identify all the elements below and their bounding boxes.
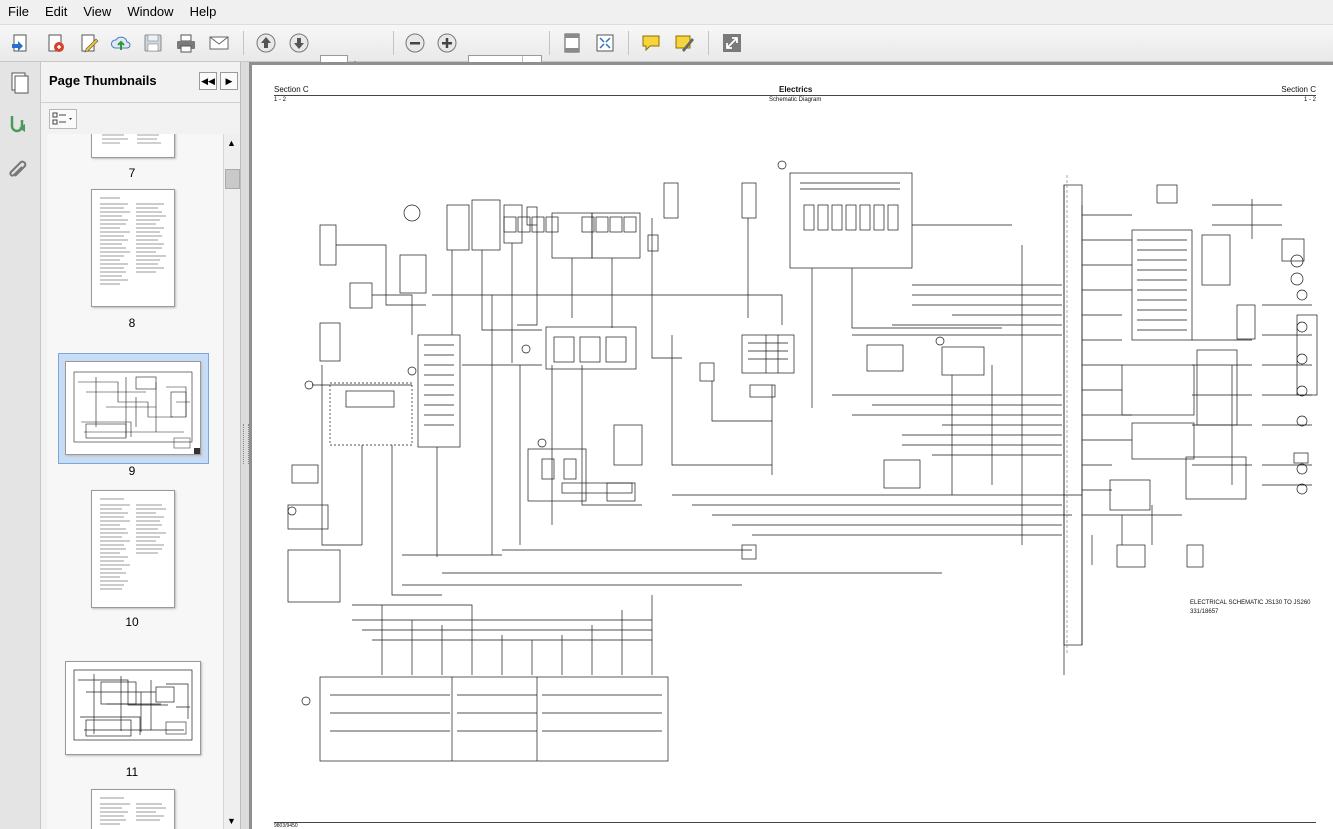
scroll-up-icon[interactable]: ▲: [227, 138, 236, 148]
thumbnail-page-9[interactable]: [65, 361, 201, 455]
thumbnail-scrollbar[interactable]: ▲ ▼: [223, 134, 240, 829]
fit-page-icon[interactable]: [559, 30, 585, 56]
create-pdf-icon[interactable]: [8, 30, 34, 56]
highlight-icon[interactable]: [671, 30, 697, 56]
next-page-icon[interactable]: [286, 30, 312, 56]
thumbnail-label: 7: [128, 166, 136, 180]
schematic-title: ELECTRICAL SCHEMATIC JS130 TO JS260: [1190, 600, 1311, 606]
signature-icon[interactable]: [7, 112, 31, 136]
pdf-page: Section C Electrics Section C 1 - 2 Sche…: [252, 65, 1333, 829]
document-view[interactable]: Section C Electrics Section C 1 - 2 Sche…: [249, 62, 1333, 829]
menu-edit[interactable]: Edit: [37, 0, 75, 24]
menu-view[interactable]: View: [75, 0, 119, 24]
upload-cloud-icon[interactable]: [108, 30, 134, 56]
left-rail: [0, 62, 41, 829]
scroll-down-icon[interactable]: ▼: [227, 816, 236, 826]
thumbnail-options-button[interactable]: [49, 109, 77, 129]
collapse-panel-button[interactable]: ◀◀: [199, 72, 217, 90]
thumbnail-list: 7 8 9 10 11: [47, 134, 237, 829]
email-icon[interactable]: [206, 30, 232, 56]
thumbnail-label: 8: [128, 316, 136, 330]
thumbnail-page-12[interactable]: [91, 789, 175, 829]
panel-title: Page Thumbnails: [49, 73, 157, 88]
panel-arrow-button[interactable]: ▶: [220, 72, 238, 90]
thumbnail-page-8[interactable]: [91, 189, 175, 307]
footer-doc-number: 9803/9450: [274, 823, 298, 829]
panel-splitter[interactable]: [241, 62, 249, 829]
thumbnail-page-11[interactable]: [65, 661, 201, 755]
electrical-schematic: [287, 160, 1318, 762]
previous-page-icon[interactable]: [253, 30, 279, 56]
thumbnail-label: 10: [125, 615, 139, 629]
save-icon[interactable]: [140, 30, 166, 56]
edit-document-icon[interactable]: [76, 30, 102, 56]
footer-rule: [274, 822, 1316, 823]
attachment-icon[interactable]: [7, 156, 31, 180]
full-screen-icon[interactable]: [719, 30, 745, 56]
toolbar-separator: [628, 31, 629, 55]
thumbnail-page-7[interactable]: [91, 134, 175, 158]
toolbar-separator: [708, 31, 709, 55]
toolbar-separator: [243, 31, 244, 55]
zoom-in-icon[interactable]: [434, 30, 460, 56]
fit-width-icon[interactable]: [592, 30, 618, 56]
menu-help[interactable]: Help: [182, 0, 225, 24]
menu-bar: File Edit View Window Help: [0, 0, 1333, 25]
thumbnail-label: 9: [128, 464, 136, 478]
toolbar-separator: [549, 31, 550, 55]
scrollbar-thumb[interactable]: [225, 169, 240, 189]
zoom-out-icon[interactable]: [402, 30, 428, 56]
schematic-number: 331/18657: [1190, 609, 1219, 615]
toolbar-separator: [393, 31, 394, 55]
panel-header: Page Thumbnails ◀◀ ▶: [41, 62, 240, 103]
thumbnail-page-10[interactable]: [91, 490, 175, 608]
pages-panel-icon[interactable]: [7, 70, 31, 94]
menu-window[interactable]: Window: [119, 0, 181, 24]
combine-files-icon[interactable]: [42, 30, 68, 56]
toolbar: 9 / 241 42.7% ▼: [0, 25, 1333, 79]
print-icon[interactable]: [173, 30, 199, 56]
panel-toolbar: [41, 103, 240, 133]
menu-file[interactable]: File: [0, 0, 37, 24]
thumbnail-label: 11: [125, 765, 139, 779]
comment-icon[interactable]: [638, 30, 664, 56]
page-thumbnails-panel: Page Thumbnails ◀◀ ▶ 7 8 9 10 11 ▲ ▼: [41, 62, 241, 829]
